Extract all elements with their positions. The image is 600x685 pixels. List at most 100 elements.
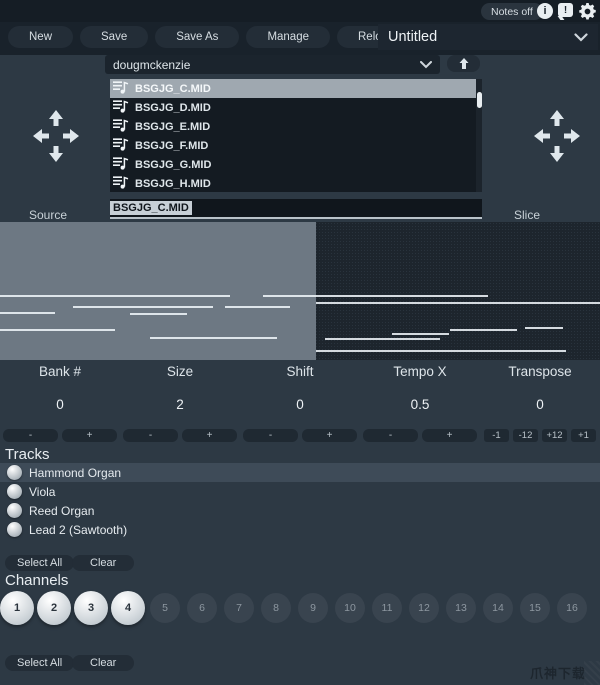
tracks-clear-button[interactable]: Clear [72, 555, 134, 571]
scrollbar-thumb[interactable] [477, 92, 482, 108]
file-list-scrollbar[interactable] [476, 79, 482, 192]
track-row[interactable]: Viola [0, 482, 600, 501]
track-row[interactable]: Reed Organ [0, 501, 600, 520]
midi-slicer-app: Notes off i ! NewSaveSave AsManageReload… [0, 0, 600, 685]
file-list-item[interactable]: BSGJG_H.MID [110, 174, 482, 192]
midi-file-icon [113, 118, 129, 135]
file-name: BSGJG_H.MID [135, 178, 211, 190]
filename-input[interactable]: BSGJG_C.MID [110, 199, 482, 219]
file-name: BSGJG_E.MID [135, 121, 210, 133]
move-cross-icon [33, 149, 79, 166]
file-list-item[interactable]: BSGJG_E.MID [110, 117, 482, 136]
param-buttons: -+ [240, 429, 360, 442]
channel-row: 12345678910111213141516 [0, 591, 600, 629]
midi-file-icon [113, 175, 129, 192]
param-label: Bank # [0, 364, 120, 379]
preset-select[interactable]: Untitled [378, 24, 598, 50]
channel-2-toggle[interactable]: 2 [37, 591, 71, 625]
param-transpose-minus12-button[interactable]: -12 [513, 429, 538, 442]
chevron-down-icon [420, 61, 432, 69]
file-name: BSGJG_G.MID [135, 159, 211, 171]
midi-note-line [450, 329, 517, 331]
parameters-row: Bank #0-+Size2-+Shift0-+Tempo X0.5-+Tran… [0, 360, 600, 445]
topbar-button-new[interactable]: New [8, 26, 73, 48]
param-value: 0 [480, 397, 600, 412]
file-list-item[interactable]: BSGJG_C.MID [110, 79, 478, 98]
track-name: Reed Organ [29, 504, 94, 518]
file-list-item[interactable]: BSGJG_F.MID [110, 136, 482, 155]
midi-note-line [316, 302, 600, 304]
param-tempo-x-increment-button[interactable]: + [422, 429, 477, 442]
move-cross-icon [534, 149, 580, 166]
midi-file-list[interactable]: BSGJG_C.MIDBSGJG_D.MID BSGJG_E.MID BSGJG_F… [110, 79, 482, 192]
slice-pad[interactable] [527, 110, 587, 167]
file-list-item[interactable]: BSGJG_D.MID [110, 98, 482, 117]
param-size-increment-button[interactable]: + [182, 429, 237, 442]
track-row[interactable]: Hammond Organ [0, 463, 600, 482]
notes-off-button[interactable]: Notes off [481, 3, 543, 20]
channel-10-toggle[interactable]: 10 [335, 593, 365, 623]
track-ball-icon [7, 465, 22, 480]
param-bank: Bank # 0 -+ [0, 360, 120, 445]
param-label: Tempo X [360, 364, 480, 379]
channels-select-all-button[interactable]: Select All [5, 655, 74, 671]
param-value: 0 [0, 397, 120, 412]
param-transpose-plus1-button[interactable]: +1 [571, 429, 596, 442]
channel-15-toggle[interactable]: 15 [520, 593, 550, 623]
param-buttons: -+ [360, 429, 480, 442]
midi-file-icon [113, 137, 129, 154]
param-label: Size [120, 364, 240, 379]
param-bank-decrement-button[interactable]: - [3, 429, 58, 442]
param-bank-increment-button[interactable]: + [62, 429, 117, 442]
tracks-title: Tracks [5, 446, 49, 463]
channel-6-toggle[interactable]: 6 [187, 593, 217, 623]
channel-5-toggle[interactable]: 5 [150, 593, 180, 623]
channel-7-toggle[interactable]: 7 [224, 593, 254, 623]
topbar-button-manage[interactable]: Manage [246, 26, 330, 48]
folder-up-button[interactable] [447, 55, 480, 72]
midi-note-line [130, 313, 187, 315]
piano-roll[interactable] [0, 222, 600, 360]
param-shift-increment-button[interactable]: + [302, 429, 357, 442]
topbar-button-save-as[interactable]: Save As [155, 26, 239, 48]
track-row[interactable]: Lead 2 (Sawtooth) [0, 520, 600, 539]
channel-14-toggle[interactable]: 14 [483, 593, 513, 623]
arrow-up-icon [459, 58, 469, 69]
file-list-item[interactable]: BSGJG_G.MID [110, 155, 482, 174]
channel-8-toggle[interactable]: 8 [261, 593, 291, 623]
folder-select[interactable]: dougmckenzie [105, 55, 440, 74]
channel-13-toggle[interactable]: 13 [446, 593, 476, 623]
midi-file-icon [113, 99, 129, 116]
channel-3-toggle[interactable]: 3 [74, 591, 108, 625]
param-buttons: -+ [0, 429, 120, 442]
feedback-bubble-icon[interactable]: ! [558, 3, 573, 17]
channels-clear-button[interactable]: Clear [72, 655, 134, 671]
param-value: 2 [120, 397, 240, 412]
piano-roll-source-region[interactable] [0, 222, 316, 360]
channel-1-toggle[interactable]: 1 [0, 591, 34, 625]
param-tempo-x-decrement-button[interactable]: - [363, 429, 418, 442]
file-name: BSGJG_F.MID [135, 140, 208, 152]
channel-11-toggle[interactable]: 11 [372, 593, 402, 623]
info-icon[interactable]: i [537, 3, 553, 19]
tracks-select-all-button[interactable]: Select All [5, 555, 74, 571]
channel-4-toggle[interactable]: 4 [111, 591, 145, 625]
gear-icon[interactable] [578, 2, 596, 20]
midi-note-line [0, 295, 230, 297]
param-transpose-plus12-button[interactable]: +12 [542, 429, 567, 442]
midi-note-line [73, 306, 213, 308]
track-ball-icon [7, 484, 22, 499]
track-name: Lead 2 (Sawtooth) [29, 523, 127, 537]
param-transpose-minus1-button[interactable]: -1 [484, 429, 509, 442]
param-shift-decrement-button[interactable]: - [243, 429, 298, 442]
param-buttons: -1 -12 +12 +1 [480, 429, 600, 442]
channel-9-toggle[interactable]: 9 [298, 593, 328, 623]
channel-16-toggle[interactable]: 16 [557, 593, 587, 623]
param-buttons: -+ [120, 429, 240, 442]
midi-file-icon [113, 80, 129, 97]
param-size-decrement-button[interactable]: - [123, 429, 178, 442]
channel-12-toggle[interactable]: 12 [409, 593, 439, 623]
topbar-button-save[interactable]: Save [80, 26, 148, 48]
param-transpose: Transpose0-1-12+12+1 [480, 360, 600, 445]
source-pad[interactable] [26, 110, 86, 167]
